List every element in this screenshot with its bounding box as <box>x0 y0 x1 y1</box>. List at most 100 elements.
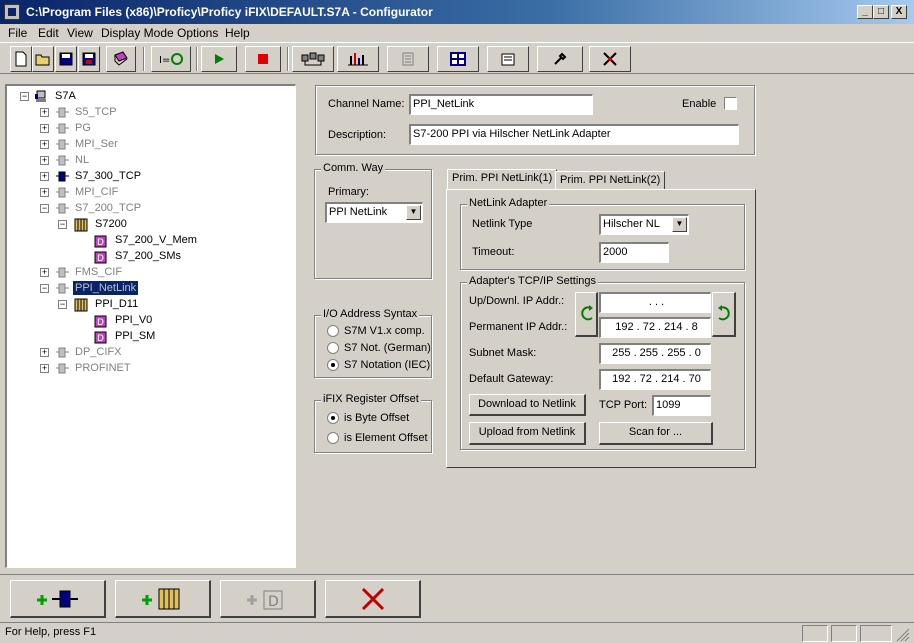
channel-active-icon <box>56 171 69 182</box>
expand-icon[interactable]: + <box>40 156 49 165</box>
tab-prim-ppi-netlink-2[interactable]: Prim. PPI NetLink(2) <box>555 171 666 189</box>
default-gateway-label: Default Gateway: <box>469 373 554 385</box>
svg-text:D: D <box>268 594 279 610</box>
add-datablock-button[interactable]: D <box>220 580 316 618</box>
refresh-green-icon <box>718 305 730 321</box>
radio-s7m[interactable] <box>327 325 339 337</box>
run-button[interactable] <box>201 46 237 72</box>
collapse-icon[interactable]: − <box>40 284 49 293</box>
open-button[interactable] <box>32 46 54 72</box>
collapse-icon[interactable]: − <box>58 220 67 229</box>
primary-label: Primary: <box>328 186 369 198</box>
enable-label: Enable <box>682 98 717 110</box>
register-offset-title: iFIX Register Offset <box>321 393 421 405</box>
tab-prim-ppi-netlink-1[interactable]: Prim. PPI NetLink(1) <box>447 169 558 190</box>
scan-for-button[interactable]: Scan for ... <box>599 422 713 445</box>
register-offset-group: iFIX Register Offset is Byte Offset is E… <box>314 393 432 453</box>
radio-s7m-label: S7M V1.x comp. <box>344 325 425 337</box>
tcp-port-label: TCP Port: <box>599 399 648 411</box>
window-title: C:\Program Files (x86)\Proficy\Proficy i… <box>26 5 433 19</box>
channel-icon <box>56 139 69 150</box>
menu-file[interactable]: File <box>8 26 27 40</box>
primary-select[interactable]: PPI NetLink ▼ <box>325 202 423 223</box>
channel-tree[interactable]: − S7A + S5_TCP + PG + MPI_Ser + NL + S7_… <box>5 84 296 568</box>
upload-from-netlink-button[interactable]: Upload from Netlink <box>469 422 586 445</box>
svg-text:I=: I= <box>159 55 170 66</box>
bottom-toolbar: D <box>0 574 914 622</box>
expand-icon[interactable]: + <box>40 268 49 277</box>
radio-s7-german-label: S7 Not. (German) <box>344 342 431 354</box>
collapse-icon[interactable]: − <box>58 300 67 309</box>
description-field[interactable]: S7-200 PPI via Hilscher NetLink Adapter <box>409 124 739 145</box>
radio-element-offset[interactable] <box>327 432 339 444</box>
radio-s7-german[interactable] <box>327 342 339 354</box>
expand-icon[interactable]: + <box>40 188 49 197</box>
expand-icon[interactable]: + <box>40 108 49 117</box>
properties-button[interactable] <box>487 46 529 72</box>
io-refresh-button[interactable]: I= <box>151 46 191 72</box>
apply-ip-button[interactable] <box>712 292 736 337</box>
title-bar: C:\Program Files (x86)\Proficy\Proficy i… <box>0 0 914 24</box>
radio-byte-offset[interactable] <box>327 412 339 424</box>
collapse-icon[interactable]: − <box>40 204 49 213</box>
expand-icon[interactable]: + <box>40 364 49 373</box>
timeout-field[interactable]: 2000 <box>599 242 669 263</box>
network-icon <box>301 52 325 66</box>
statistics-button[interactable] <box>337 46 379 72</box>
menu-view[interactable]: View <box>67 26 93 40</box>
collapse-icon[interactable]: − <box>20 92 29 101</box>
delete-button[interactable] <box>325 580 421 618</box>
close-button[interactable]: X <box>891 5 907 19</box>
device-icon <box>74 218 88 232</box>
chevron-down-icon[interactable]: ▼ <box>672 217 687 232</box>
expand-icon[interactable]: + <box>40 140 49 149</box>
new-button[interactable] <box>10 46 32 72</box>
add-channel-button[interactable] <box>10 580 106 618</box>
add-device-button[interactable] <box>115 580 211 618</box>
channel-name-field[interactable]: PPI_NetLink <box>409 94 593 115</box>
register-button[interactable] <box>387 46 429 72</box>
channel-name-label: Channel Name: <box>328 98 405 110</box>
minimize-button[interactable]: _ <box>857 5 873 19</box>
enable-checkbox[interactable] <box>724 97 737 110</box>
app-icon[interactable] <box>4 4 20 20</box>
expand-icon[interactable]: + <box>40 124 49 133</box>
chevron-down-icon[interactable]: ▼ <box>406 205 421 220</box>
menu-display-mode[interactable]: Display Mode <box>101 26 174 40</box>
wrench-button[interactable] <box>537 46 583 72</box>
subnet-mask-label: Subnet Mask: <box>469 347 537 359</box>
channel-button[interactable] <box>437 46 479 72</box>
radio-s7-iec[interactable] <box>327 359 339 371</box>
netlink-adapter-group: NetLink Adapter Netlink Type Hilscher NL… <box>460 197 745 270</box>
channel-icon <box>56 203 69 214</box>
default-gateway-field[interactable]: 192 . 72 . 214 . 70 <box>599 369 711 390</box>
svg-text:D: D <box>97 318 104 328</box>
tools-icon <box>603 52 617 66</box>
download-to-netlink-button[interactable]: Download to Netlink <box>469 394 586 416</box>
menu-options[interactable]: Options <box>177 26 218 40</box>
updown-ip-field[interactable]: . . . <box>599 292 711 313</box>
network-button[interactable] <box>292 46 334 72</box>
tcpip-settings-title: Adapter's TCP/IP Settings <box>467 275 599 287</box>
stop-button[interactable] <box>245 46 281 72</box>
expand-icon[interactable]: + <box>40 172 49 181</box>
fetch-ip-button[interactable] <box>575 292 598 337</box>
save-button[interactable] <box>55 46 77 72</box>
menu-help[interactable]: Help <box>225 26 250 40</box>
book-button[interactable] <box>106 46 136 72</box>
netlink-type-select[interactable]: Hilscher NL ▼ <box>599 214 689 235</box>
resize-grip-icon[interactable] <box>896 628 910 642</box>
menu-edit[interactable]: Edit <box>38 26 59 40</box>
subnet-mask-field[interactable]: 255 . 255 . 255 . 0 <box>599 343 711 364</box>
status-bar: For Help, press F1 <box>0 622 914 643</box>
permanent-ip-field[interactable]: 192 . 72 . 214 . 8 <box>599 317 711 338</box>
tcp-port-field[interactable]: 1099 <box>652 395 711 416</box>
maximize-button[interactable]: □ <box>873 5 889 19</box>
book-icon <box>114 51 128 66</box>
tools-button[interactable] <box>589 46 631 72</box>
toolbar: I= <box>0 42 914 74</box>
expand-icon[interactable]: + <box>40 348 49 357</box>
radio-element-offset-label: is Element Offset <box>344 432 428 444</box>
save-as-button[interactable] <box>78 46 100 72</box>
io-syntax-title: I/O Address Syntax <box>321 308 420 320</box>
